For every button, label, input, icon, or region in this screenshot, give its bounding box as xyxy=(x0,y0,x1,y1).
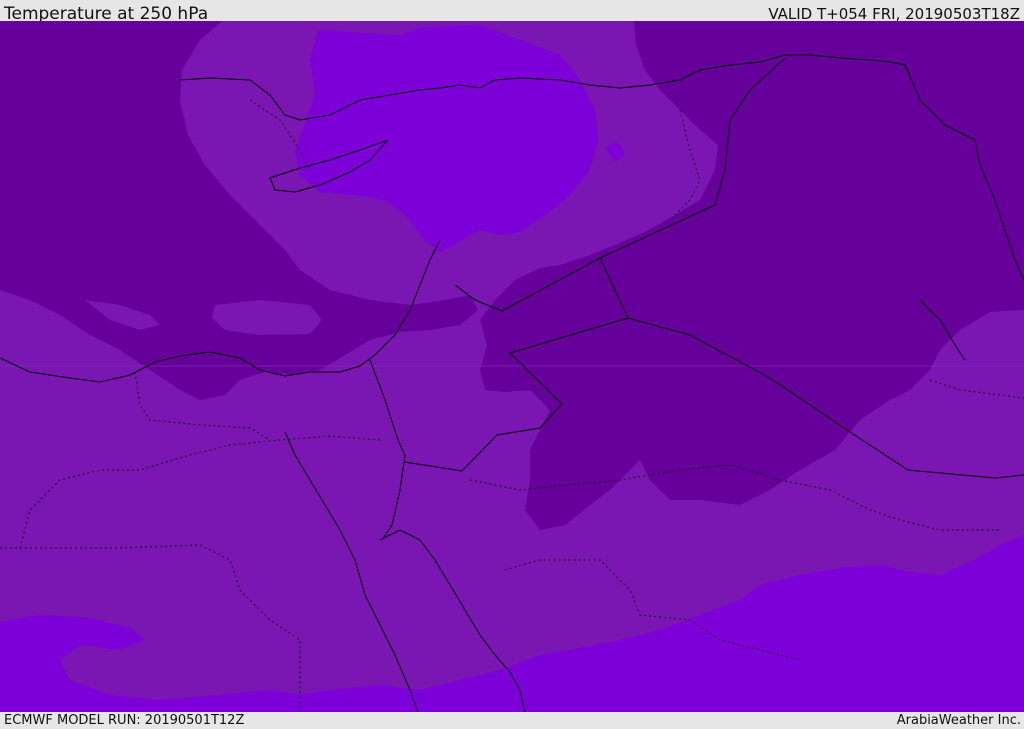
credit-label: ArabiaWeather Inc. xyxy=(896,713,1021,728)
temperature-map xyxy=(0,21,1024,712)
temperature-field-lens-2 xyxy=(212,300,322,335)
footer-bar: ECMWF MODEL RUN: 20190501T12Z ArabiaWeat… xyxy=(0,712,1024,729)
model-run-label: ECMWF MODEL RUN: 20190501T12Z xyxy=(4,713,245,728)
header-bar: Temperature at 250 hPa VALID T+054 FRI, … xyxy=(0,0,1024,24)
